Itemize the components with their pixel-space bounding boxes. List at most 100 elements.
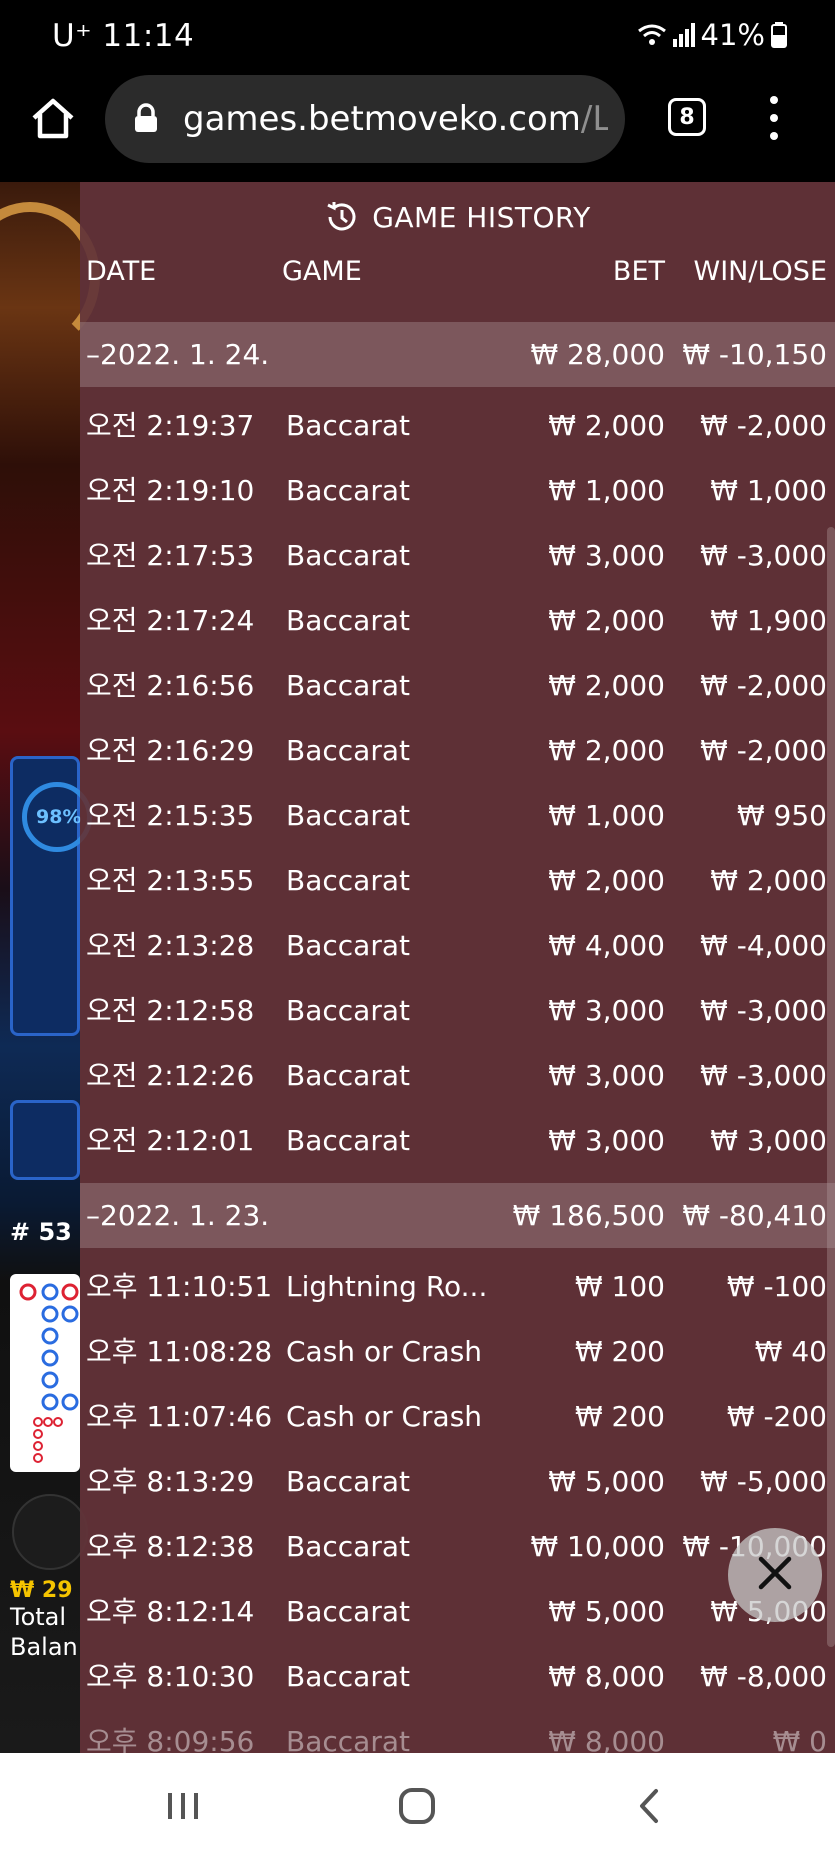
row-game: Cash or Crash [286, 1400, 483, 1433]
group-win-total: ₩ -10,150 [682, 338, 827, 371]
row-win: ₩ -8,000 [700, 1660, 827, 1693]
secondary-bet-panel[interactable] [10, 1100, 80, 1180]
row-time: 오전 2:12:01 [86, 1124, 255, 1157]
row-time: 오후 11:08:28 [86, 1335, 273, 1368]
address-bar[interactable]: games.betmoveko.com/Lau [105, 75, 625, 163]
row-bet: ₩ 5,000 [548, 1595, 665, 1628]
recent-apps-icon[interactable] [158, 1781, 208, 1831]
status-bar: U⁺ 11:14 41% [0, 0, 835, 72]
row-game: Baccarat [286, 669, 410, 702]
chip-selector-icon[interactable] [12, 1494, 88, 1570]
history-row[interactable]: 오후 8:12:14Baccarat₩ 5,000₩ 5,000 [80, 1579, 835, 1644]
close-history-button[interactable] [728, 1528, 822, 1622]
row-win: ₩ -2,000 [700, 669, 827, 702]
home-nav-icon[interactable] [392, 1781, 442, 1831]
row-win: ₩ -100 [726, 1270, 827, 1303]
history-row[interactable]: 오전 2:17:24 Baccarat ₩ 2,000 ₩ 1,900 [80, 588, 835, 653]
signal-icon [672, 23, 695, 47]
timer-percent: 98% [36, 806, 82, 828]
history-row[interactable]: 오전 2:17:53 Baccarat ₩ 3,000 ₩ -3,000 [80, 523, 835, 588]
row-time: 오후 8:12:14 [86, 1595, 255, 1628]
more-menu-icon[interactable] [764, 96, 784, 140]
history-row[interactable]: 오전 2:12:58 Baccarat ₩ 3,000 ₩ -3,000 [80, 978, 835, 1043]
row-win: ₩ -4,000 [700, 929, 827, 962]
history-row[interactable]: 오후 11:08:28 Cash or Crash ₩ 200 ₩ 40 [80, 1319, 835, 1384]
row-game: Baccarat [286, 1465, 410, 1498]
column-header-win-lose: WIN/LOSE [693, 256, 827, 287]
url-text: games.betmoveko.com/Lau [183, 99, 608, 139]
row-game: Baccarat [286, 1725, 410, 1753]
system-nav-bar [0, 1753, 835, 1856]
row-bet: ₩ 10,000 [530, 1530, 665, 1563]
row-bet: ₩ 8,000 [548, 1660, 665, 1693]
status-carrier-time: U⁺ 11:14 [52, 18, 195, 54]
history-list: –2022. 1. 24. ₩ 28,000 ₩ -10,150 오전 2:19… [80, 322, 835, 1753]
row-win: ₩ 2,000 [710, 864, 827, 897]
history-row[interactable]: 오후 11:07:46 Cash or Crash ₩ 200 ₩ -200 [80, 1384, 835, 1449]
round-number: # 53 [10, 1218, 72, 1246]
history-row[interactable]: 오후 11:10:51 Lightning Ro... ₩ 100 ₩ -100 [80, 1254, 835, 1319]
group-date: –2022. 1. 24. [86, 338, 270, 371]
row-win: ₩ -5,000 [700, 1465, 827, 1498]
row-game: Baccarat [286, 604, 410, 637]
url-path: /Lau [580, 99, 608, 139]
row-win: ₩ 0 [772, 1725, 827, 1753]
history-header: GAME HISTORY [80, 182, 835, 252]
row-win: ₩ 950 [736, 799, 827, 832]
column-header-game: GAME [282, 256, 362, 287]
row-time: 오전 2:19:10 [86, 474, 255, 507]
history-row[interactable]: 오전 2:12:26 Baccarat ₩ 3,000 ₩ -3,000 [80, 1043, 835, 1108]
group-date: –2022. 1. 23. [86, 1199, 270, 1232]
row-time: 오전 2:16:29 [86, 734, 255, 767]
date-group-header[interactable]: –2022. 1. 24. ₩ 28,000 ₩ -10,150 [80, 322, 835, 387]
tabs-icon[interactable]: 8 [668, 98, 706, 136]
row-win: ₩ -200 [726, 1400, 827, 1433]
row-bet: ₩ 200 [574, 1335, 665, 1368]
row-win: ₩ 1,900 [710, 604, 827, 637]
balance-amount: ₩ 29 [10, 1578, 73, 1603]
row-bet: ₩ 3,000 [548, 994, 665, 1027]
history-row[interactable]: 오전 2:16:56 Baccarat ₩ 2,000 ₩ -2,000 [80, 653, 835, 718]
row-win: ₩ -2,000 [700, 734, 827, 767]
history-row[interactable]: 오전 2:13:28 Baccarat ₩ 4,000 ₩ -4,000 [80, 913, 835, 978]
row-time: 오전 2:15:35 [86, 799, 255, 832]
history-row[interactable]: 오전 2:16:29 Baccarat ₩ 2,000 ₩ -2,000 [80, 718, 835, 783]
home-icon[interactable] [28, 94, 78, 144]
back-icon[interactable] [626, 1781, 676, 1831]
history-row[interactable]: 오전 2:15:35 Baccarat ₩ 1,000 ₩ 950 [80, 783, 835, 848]
row-time: 오전 2:16:56 [86, 669, 255, 702]
history-row[interactable]: 오후 8:10:30 Baccarat ₩ 8,000 ₩ -8,000 [80, 1644, 835, 1709]
row-bet: ₩ 2,000 [548, 604, 665, 637]
history-row[interactable]: 오전 2:12:01 Baccarat ₩ 3,000 ₩ 3,000 [80, 1108, 835, 1173]
row-time: 오전 2:17:24 [86, 604, 255, 637]
status-icons: 41% [637, 18, 787, 52]
row-win: ₩ -3,000 [700, 539, 827, 572]
history-row[interactable]: 오전 2:13:55 Baccarat ₩ 2,000 ₩ 2,000 [80, 848, 835, 913]
wifi-icon [637, 23, 667, 47]
history-scrollbar[interactable] [827, 527, 835, 1647]
page-content: 98% # 53 ₩ 29 Total Balan GAME HISTORY D… [0, 182, 835, 1753]
roadmap-board [10, 1274, 80, 1472]
row-time: 오후 8:12:38 [86, 1530, 255, 1563]
tab-count: 8 [679, 104, 695, 130]
date-group-header[interactable]: –2022. 1. 23. ₩ 186,500 ₩ -80,410 [80, 1183, 835, 1248]
history-row[interactable]: 오전 2:19:37 Baccarat ₩ 2,000 ₩ -2,000 [80, 393, 835, 458]
history-row[interactable]: 오후 8:09:56 Baccarat ₩ 8,000 ₩ 0 [80, 1709, 835, 1753]
row-game: Baccarat [286, 799, 410, 832]
row-time: 오전 2:12:58 [86, 994, 255, 1027]
row-game: Baccarat [286, 409, 410, 442]
row-game: Baccarat [286, 474, 410, 507]
browser-toolbar: games.betmoveko.com/Lau 8 [0, 72, 835, 182]
history-title: GAME HISTORY [372, 200, 591, 234]
row-bet: ₩ 200 [574, 1400, 665, 1433]
row-win: ₩ -3,000 [700, 994, 827, 1027]
row-bet: ₩ 100 [574, 1270, 665, 1303]
history-row[interactable]: 오후 8:12:38Baccarat₩ 10,000₩ -10,000 [80, 1514, 835, 1579]
history-row[interactable]: 오전 2:19:10 Baccarat ₩ 1,000 ₩ 1,000 [80, 458, 835, 523]
row-time: 오후 11:07:46 [86, 1400, 273, 1433]
history-row[interactable]: 오후 8:13:29 Baccarat ₩ 5,000 ₩ -5,000 [80, 1449, 835, 1514]
row-bet: ₩ 2,000 [548, 409, 665, 442]
row-bet: ₩ 1,000 [548, 474, 665, 507]
row-bet: ₩ 3,000 [548, 539, 665, 572]
row-bet: ₩ 2,000 [548, 734, 665, 767]
